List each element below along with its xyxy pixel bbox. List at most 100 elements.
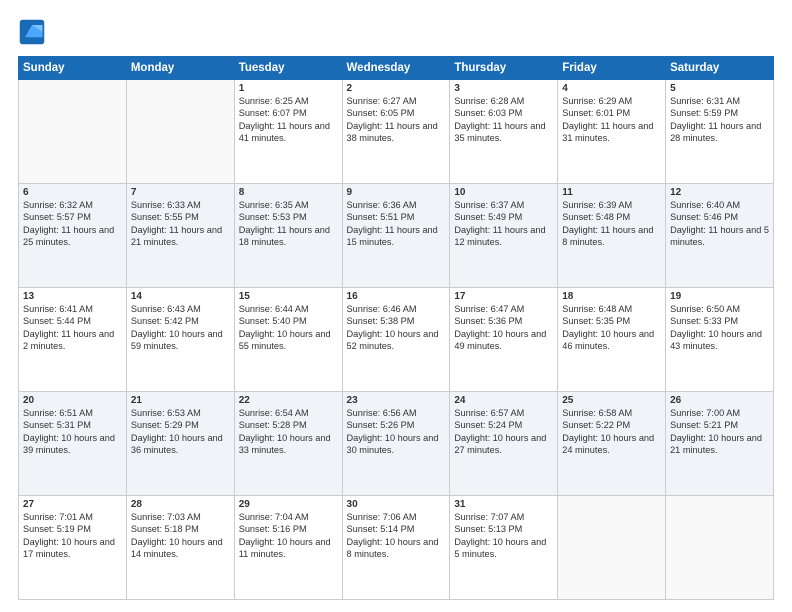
- calendar-cell: 25Sunrise: 6:58 AMSunset: 5:22 PMDayligh…: [558, 392, 666, 496]
- calendar-cell: 6Sunrise: 6:32 AMSunset: 5:57 PMDaylight…: [19, 184, 127, 288]
- day-info: Sunrise: 7:03 AMSunset: 5:18 PMDaylight:…: [131, 511, 230, 561]
- calendar-cell: 31Sunrise: 7:07 AMSunset: 5:13 PMDayligh…: [450, 496, 558, 600]
- calendar-cell: [126, 80, 234, 184]
- weekday-tuesday: Tuesday: [234, 57, 342, 80]
- calendar-cell: 11Sunrise: 6:39 AMSunset: 5:48 PMDayligh…: [558, 184, 666, 288]
- day-info: Sunrise: 6:43 AMSunset: 5:42 PMDaylight:…: [131, 303, 230, 353]
- day-info: Sunrise: 7:01 AMSunset: 5:19 PMDaylight:…: [23, 511, 122, 561]
- day-number: 18: [562, 291, 661, 302]
- logo-icon: [18, 18, 46, 46]
- day-info: Sunrise: 7:04 AMSunset: 5:16 PMDaylight:…: [239, 511, 338, 561]
- day-number: 29: [239, 499, 338, 510]
- day-number: 6: [23, 187, 122, 198]
- day-info: Sunrise: 6:46 AMSunset: 5:38 PMDaylight:…: [347, 303, 446, 353]
- day-number: 17: [454, 291, 553, 302]
- day-number: 25: [562, 395, 661, 406]
- day-number: 20: [23, 395, 122, 406]
- day-info: Sunrise: 6:48 AMSunset: 5:35 PMDaylight:…: [562, 303, 661, 353]
- day-number: 3: [454, 83, 553, 94]
- day-info: Sunrise: 7:00 AMSunset: 5:21 PMDaylight:…: [670, 407, 769, 457]
- day-info: Sunrise: 6:40 AMSunset: 5:46 PMDaylight:…: [670, 199, 769, 249]
- day-number: 28: [131, 499, 230, 510]
- day-number: 1: [239, 83, 338, 94]
- calendar-cell: 4Sunrise: 6:29 AMSunset: 6:01 PMDaylight…: [558, 80, 666, 184]
- calendar-cell: 23Sunrise: 6:56 AMSunset: 5:26 PMDayligh…: [342, 392, 450, 496]
- week-row-1: 1Sunrise: 6:25 AMSunset: 6:07 PMDaylight…: [19, 80, 774, 184]
- day-number: 23: [347, 395, 446, 406]
- calendar-cell: 15Sunrise: 6:44 AMSunset: 5:40 PMDayligh…: [234, 288, 342, 392]
- day-info: Sunrise: 6:37 AMSunset: 5:49 PMDaylight:…: [454, 199, 553, 249]
- week-row-5: 27Sunrise: 7:01 AMSunset: 5:19 PMDayligh…: [19, 496, 774, 600]
- day-number: 14: [131, 291, 230, 302]
- week-row-3: 13Sunrise: 6:41 AMSunset: 5:44 PMDayligh…: [19, 288, 774, 392]
- day-number: 9: [347, 187, 446, 198]
- day-info: Sunrise: 6:57 AMSunset: 5:24 PMDaylight:…: [454, 407, 553, 457]
- calendar-table: SundayMondayTuesdayWednesdayThursdayFrid…: [18, 56, 774, 600]
- calendar-cell: [558, 496, 666, 600]
- calendar-cell: 22Sunrise: 6:54 AMSunset: 5:28 PMDayligh…: [234, 392, 342, 496]
- day-number: 7: [131, 187, 230, 198]
- day-number: 30: [347, 499, 446, 510]
- day-number: 27: [23, 499, 122, 510]
- week-row-4: 20Sunrise: 6:51 AMSunset: 5:31 PMDayligh…: [19, 392, 774, 496]
- day-info: Sunrise: 6:28 AMSunset: 6:03 PMDaylight:…: [454, 95, 553, 145]
- calendar-cell: 20Sunrise: 6:51 AMSunset: 5:31 PMDayligh…: [19, 392, 127, 496]
- day-number: 31: [454, 499, 553, 510]
- calendar-cell: 19Sunrise: 6:50 AMSunset: 5:33 PMDayligh…: [666, 288, 774, 392]
- calendar-cell: 26Sunrise: 7:00 AMSunset: 5:21 PMDayligh…: [666, 392, 774, 496]
- week-row-2: 6Sunrise: 6:32 AMSunset: 5:57 PMDaylight…: [19, 184, 774, 288]
- header: [18, 18, 774, 46]
- day-info: Sunrise: 6:47 AMSunset: 5:36 PMDaylight:…: [454, 303, 553, 353]
- calendar-cell: 27Sunrise: 7:01 AMSunset: 5:19 PMDayligh…: [19, 496, 127, 600]
- day-number: 22: [239, 395, 338, 406]
- day-number: 12: [670, 187, 769, 198]
- weekday-monday: Monday: [126, 57, 234, 80]
- weekday-sunday: Sunday: [19, 57, 127, 80]
- day-info: Sunrise: 6:58 AMSunset: 5:22 PMDaylight:…: [562, 407, 661, 457]
- calendar-cell: 10Sunrise: 6:37 AMSunset: 5:49 PMDayligh…: [450, 184, 558, 288]
- day-info: Sunrise: 6:36 AMSunset: 5:51 PMDaylight:…: [347, 199, 446, 249]
- weekday-friday: Friday: [558, 57, 666, 80]
- calendar-cell: 3Sunrise: 6:28 AMSunset: 6:03 PMDaylight…: [450, 80, 558, 184]
- calendar-cell: 18Sunrise: 6:48 AMSunset: 5:35 PMDayligh…: [558, 288, 666, 392]
- day-info: Sunrise: 6:31 AMSunset: 5:59 PMDaylight:…: [670, 95, 769, 145]
- weekday-wednesday: Wednesday: [342, 57, 450, 80]
- day-info: Sunrise: 6:35 AMSunset: 5:53 PMDaylight:…: [239, 199, 338, 249]
- calendar-cell: 5Sunrise: 6:31 AMSunset: 5:59 PMDaylight…: [666, 80, 774, 184]
- day-number: 10: [454, 187, 553, 198]
- calendar-cell: 21Sunrise: 6:53 AMSunset: 5:29 PMDayligh…: [126, 392, 234, 496]
- calendar-cell: 29Sunrise: 7:04 AMSunset: 5:16 PMDayligh…: [234, 496, 342, 600]
- day-info: Sunrise: 6:33 AMSunset: 5:55 PMDaylight:…: [131, 199, 230, 249]
- day-info: Sunrise: 6:41 AMSunset: 5:44 PMDaylight:…: [23, 303, 122, 353]
- calendar-cell: 12Sunrise: 6:40 AMSunset: 5:46 PMDayligh…: [666, 184, 774, 288]
- calendar-cell: 8Sunrise: 6:35 AMSunset: 5:53 PMDaylight…: [234, 184, 342, 288]
- calendar-cell: 16Sunrise: 6:46 AMSunset: 5:38 PMDayligh…: [342, 288, 450, 392]
- day-info: Sunrise: 6:39 AMSunset: 5:48 PMDaylight:…: [562, 199, 661, 249]
- day-info: Sunrise: 6:44 AMSunset: 5:40 PMDaylight:…: [239, 303, 338, 353]
- calendar-cell: 17Sunrise: 6:47 AMSunset: 5:36 PMDayligh…: [450, 288, 558, 392]
- day-number: 24: [454, 395, 553, 406]
- day-info: Sunrise: 6:53 AMSunset: 5:29 PMDaylight:…: [131, 407, 230, 457]
- calendar-cell: 2Sunrise: 6:27 AMSunset: 6:05 PMDaylight…: [342, 80, 450, 184]
- day-number: 2: [347, 83, 446, 94]
- weekday-saturday: Saturday: [666, 57, 774, 80]
- day-number: 21: [131, 395, 230, 406]
- calendar-cell: 1Sunrise: 6:25 AMSunset: 6:07 PMDaylight…: [234, 80, 342, 184]
- calendar-cell: 14Sunrise: 6:43 AMSunset: 5:42 PMDayligh…: [126, 288, 234, 392]
- day-info: Sunrise: 6:32 AMSunset: 5:57 PMDaylight:…: [23, 199, 122, 249]
- calendar-cell: 9Sunrise: 6:36 AMSunset: 5:51 PMDaylight…: [342, 184, 450, 288]
- day-info: Sunrise: 6:56 AMSunset: 5:26 PMDaylight:…: [347, 407, 446, 457]
- day-info: Sunrise: 6:27 AMSunset: 6:05 PMDaylight:…: [347, 95, 446, 145]
- calendar-cell: 24Sunrise: 6:57 AMSunset: 5:24 PMDayligh…: [450, 392, 558, 496]
- calendar-cell: 28Sunrise: 7:03 AMSunset: 5:18 PMDayligh…: [126, 496, 234, 600]
- calendar-cell: 30Sunrise: 7:06 AMSunset: 5:14 PMDayligh…: [342, 496, 450, 600]
- day-info: Sunrise: 6:51 AMSunset: 5:31 PMDaylight:…: [23, 407, 122, 457]
- day-number: 4: [562, 83, 661, 94]
- calendar-cell: [666, 496, 774, 600]
- day-number: 5: [670, 83, 769, 94]
- calendar-cell: 7Sunrise: 6:33 AMSunset: 5:55 PMDaylight…: [126, 184, 234, 288]
- day-number: 15: [239, 291, 338, 302]
- weekday-thursday: Thursday: [450, 57, 558, 80]
- day-number: 26: [670, 395, 769, 406]
- calendar-cell: 13Sunrise: 6:41 AMSunset: 5:44 PMDayligh…: [19, 288, 127, 392]
